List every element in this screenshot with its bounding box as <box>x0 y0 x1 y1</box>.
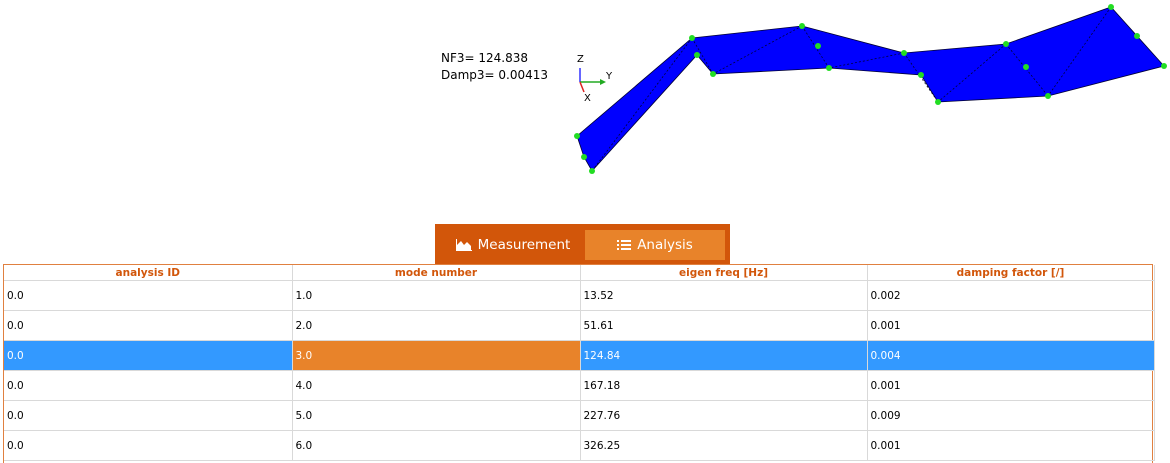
tab-analysis[interactable]: Analysis <box>585 230 725 260</box>
cell-analysis-id[interactable]: 0.0 <box>4 430 293 461</box>
cell-eigen-freq[interactable]: 326.25 <box>580 430 868 461</box>
column-header-damping-factor[interactable]: damping factor [/] <box>867 265 1155 281</box>
mode-shape-mesh <box>574 4 1167 174</box>
cell-analysis-id[interactable]: 0.0 <box>4 370 293 401</box>
cell-analysis-id[interactable]: 0.0 <box>4 310 293 341</box>
cell-analysis-id[interactable]: 0.0 <box>4 400 293 431</box>
cell-eigen-freq[interactable]: 51.61 <box>580 310 868 341</box>
column-header-mode-number[interactable]: mode number <box>292 265 581 281</box>
tab-measurement-label: Measurement <box>477 237 571 253</box>
cell-eigen-freq[interactable]: 13.52 <box>580 280 868 311</box>
table-row[interactable]: 0.0 1.0 13.52 0.002 <box>4 280 1155 311</box>
cell-analysis-id[interactable]: 0.0 <box>4 340 293 371</box>
mesh-node <box>901 50 907 56</box>
cell-damping-factor[interactable]: 0.004 <box>867 340 1155 371</box>
table-row[interactable]: 0.0 4.0 167.18 0.001 <box>4 370 1155 401</box>
list-icon <box>617 239 632 251</box>
cell-eigen-freq[interactable]: 124.84 <box>580 340 868 371</box>
mesh-node <box>589 168 595 174</box>
mesh-node <box>1134 33 1140 39</box>
cell-mode-number-current[interactable]: 3.0 <box>292 340 581 371</box>
mesh-node <box>581 154 587 160</box>
table-header-row: analysis ID mode number eigen freq [Hz] … <box>4 265 1155 281</box>
mesh-node <box>574 133 580 139</box>
mode-shape-viewport[interactable]: NF3= 124.838 Damp3= 0.00413 Z Y X <box>0 0 1170 222</box>
cell-damping-factor[interactable]: 0.001 <box>867 430 1155 461</box>
mesh-node <box>710 71 716 77</box>
cell-eigen-freq[interactable]: 227.76 <box>580 400 868 431</box>
cell-damping-factor[interactable]: 0.002 <box>867 280 1155 311</box>
tab-analysis-label: Analysis <box>637 237 693 253</box>
analysis-table[interactable]: analysis ID mode number eigen freq [Hz] … <box>3 264 1155 463</box>
cell-mode-number[interactable]: 6.0 <box>292 430 581 461</box>
cell-mode-number[interactable]: 4.0 <box>292 370 581 401</box>
tab-measurement[interactable]: Measurement <box>443 230 583 260</box>
column-header-analysis-id[interactable]: analysis ID <box>4 265 293 281</box>
cell-mode-number[interactable]: 1.0 <box>292 280 581 311</box>
mesh-node <box>1161 63 1167 69</box>
mesh-node <box>826 65 832 71</box>
cell-damping-factor[interactable]: 0.001 <box>867 310 1155 341</box>
mesh-node <box>1045 93 1051 99</box>
cell-mode-number[interactable]: 2.0 <box>292 310 581 341</box>
mesh-node <box>694 52 700 58</box>
table-row[interactable]: 0.0 2.0 51.61 0.001 <box>4 310 1155 341</box>
table-row[interactable]: 0.0 6.0 326.25 0.001 <box>4 430 1155 461</box>
table-row[interactable]: 0.0 5.0 227.76 0.009 <box>4 400 1155 431</box>
table-row-selected[interactable]: 0.0 3.0 124.84 0.004 <box>4 340 1155 371</box>
mesh-node <box>815 43 821 49</box>
cell-damping-factor[interactable]: 0.009 <box>867 400 1155 431</box>
mesh-node <box>1023 64 1029 70</box>
cell-eigen-freq[interactable]: 167.18 <box>580 370 868 401</box>
area-chart-icon <box>455 239 472 251</box>
cell-damping-factor[interactable]: 0.001 <box>867 370 1155 401</box>
cell-analysis-id[interactable]: 0.0 <box>4 280 293 311</box>
column-header-eigen-freq[interactable]: eigen freq [Hz] <box>580 265 868 281</box>
mesh-node <box>799 23 805 29</box>
mesh-node <box>935 99 941 105</box>
mesh-node <box>689 35 695 41</box>
mesh-node <box>918 72 924 78</box>
view-tabbar: Measurement Analysis <box>435 224 730 264</box>
mesh-node <box>1108 4 1114 10</box>
cell-mode-number[interactable]: 5.0 <box>292 400 581 431</box>
mesh-node <box>1003 41 1009 47</box>
